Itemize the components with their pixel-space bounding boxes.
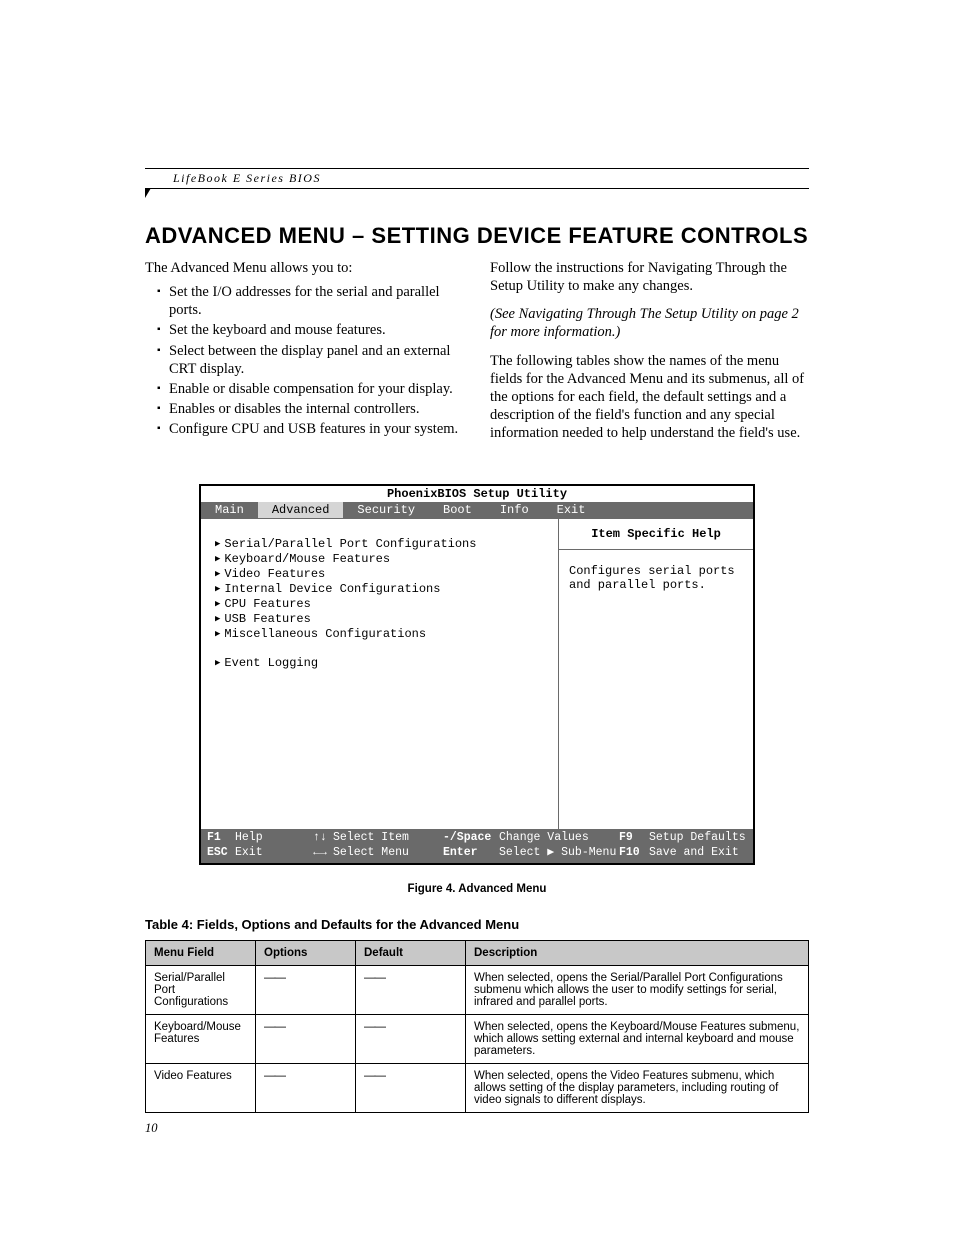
bios-tab-boot: Boot [429, 502, 486, 518]
bios-menu-label: Serial/Parallel Port Configurations [224, 537, 476, 551]
instruction-text: Follow the instructions for Navigating T… [490, 259, 809, 295]
key-f1: F1 [207, 831, 235, 846]
cell-menu-field: Video Features [146, 1064, 256, 1113]
bios-menu-label: Keyboard/Mouse Features [224, 552, 390, 566]
bios-menu-label: USB Features [224, 612, 310, 626]
bullet-item: Select between the display panel and an … [157, 342, 464, 378]
key-action: Save and Exit [649, 846, 739, 861]
bios-tab-info: Info [486, 502, 543, 518]
bullet-item: Enable or disable compensation for your … [157, 380, 464, 398]
bios-menu-label: Miscellaneous Configurations [224, 627, 426, 641]
cell-description: When selected, opens the Video Features … [466, 1064, 809, 1113]
table-title: Table 4: Fields, Options and Defaults fo… [145, 917, 809, 932]
key-arrows: ←→ [307, 846, 333, 861]
intro-text: The Advanced Menu allows you to: [145, 259, 464, 277]
triangle-icon: ▶ [215, 569, 220, 579]
key-f10: F10 [619, 846, 649, 861]
key-minus: -/Space [443, 831, 499, 846]
bullet-item: Set the I/O addresses for the serial and… [157, 283, 464, 319]
key-action: Change Values [499, 831, 619, 846]
page-title: ADVANCED MENU – SETTING DEVICE FEATURE C… [145, 223, 809, 249]
bios-help-panel: Item Specific Help Configures serial por… [558, 519, 753, 829]
bios-tab-main: Main [201, 502, 258, 518]
bios-menu-item: ▶ Keyboard/Mouse Features [215, 552, 548, 566]
bullet-item: Set the keyboard and mouse features. [157, 321, 464, 339]
options-table: Menu Field Options Default Description S… [145, 940, 809, 1113]
bios-menu-label: Event Logging [224, 656, 318, 670]
bios-menu-item: ▶ Serial/Parallel Port Configurations [215, 537, 548, 551]
bios-tab-exit: Exit [543, 502, 600, 518]
running-header: LifeBook E Series BIOS [145, 171, 809, 186]
cross-reference: (See Navigating Through The Setup Utilit… [490, 305, 809, 341]
triangle-icon: ▶ [215, 629, 220, 639]
bios-menu-label: Video Features [224, 567, 325, 581]
bios-footer: F1 Help ↑↓ Select Item -/Space Change Va… [201, 830, 753, 863]
bios-tab-advanced: Advanced [258, 502, 344, 518]
bullet-item: Configure CPU and USB features in your s… [157, 420, 464, 438]
table-row: Serial/Parallel Port Configurations —— —… [146, 966, 809, 1015]
bios-menu-item: ▶ USB Features [215, 612, 548, 626]
table-description: The following tables show the names of t… [490, 352, 809, 443]
key-enter: Enter [443, 846, 499, 861]
bios-menu-label: Internal Device Configurations [224, 582, 440, 596]
triangle-icon: ▶ [215, 658, 220, 668]
cell-menu-field: Serial/Parallel Port Configurations [146, 966, 256, 1015]
key-action: Exit [235, 846, 307, 861]
feature-bullets: Set the I/O addresses for the serial and… [145, 283, 464, 438]
cell-options: —— [256, 966, 356, 1015]
table-row: Keyboard/Mouse Features —— —— When selec… [146, 1015, 809, 1064]
key-action: Setup Defaults [649, 831, 746, 846]
triangle-icon: ▶ [215, 614, 220, 624]
key-action: Select ▶ Sub-Menu [499, 846, 619, 861]
bios-help-title: Item Specific Help [559, 527, 753, 550]
bios-tab-security: Security [343, 502, 429, 518]
table-header: Default [356, 941, 466, 966]
cell-description: When selected, opens the Serial/Parallel… [466, 966, 809, 1015]
triangle-icon: ▶ [215, 554, 220, 564]
key-f9: F9 [619, 831, 649, 846]
table-header: Options [256, 941, 356, 966]
bios-tab-bar: Main Advanced Security Boot Info Exit [201, 502, 753, 518]
bios-menu-item: ▶ Video Features [215, 567, 548, 581]
key-action: Help [235, 831, 307, 846]
figure-caption: Figure 4. Advanced Menu [145, 883, 809, 895]
key-esc: ESC [207, 846, 235, 861]
bullet-item: Enables or disables the internal control… [157, 400, 464, 418]
cell-default: —— [356, 966, 466, 1015]
key-action: Select Item [333, 831, 443, 846]
bios-menu-item: ▶ CPU Features [215, 597, 548, 611]
key-action: Select Menu [333, 846, 443, 861]
cell-default: —— [356, 1015, 466, 1064]
cell-description: When selected, opens the Keyboard/Mouse … [466, 1015, 809, 1064]
cell-options: —— [256, 1015, 356, 1064]
cell-options: —— [256, 1064, 356, 1113]
bios-menu-label: CPU Features [224, 597, 310, 611]
cell-menu-field: Keyboard/Mouse Features [146, 1015, 256, 1064]
bios-title: PhoenixBIOS Setup Utility [201, 486, 753, 502]
triangle-icon: ▶ [215, 599, 220, 609]
bios-menu-item: ▶ Event Logging [215, 656, 548, 670]
triangle-icon: ▶ [215, 584, 220, 594]
bios-figure: PhoenixBIOS Setup Utility Main Advanced … [199, 484, 755, 865]
page-number: 10 [145, 1121, 809, 1136]
bios-menu-item: ▶ Miscellaneous Configurations [215, 627, 548, 641]
table-row: Video Features —— —— When selected, open… [146, 1064, 809, 1113]
bios-menu-list: ▶ Serial/Parallel Port Configurations ▶ Ke… [201, 519, 558, 829]
table-header: Menu Field [146, 941, 256, 966]
key-arrows: ↑↓ [307, 831, 333, 846]
bios-menu-item: ▶ Internal Device Configurations [215, 582, 548, 596]
table-header: Description [466, 941, 809, 966]
triangle-icon: ▶ [215, 539, 220, 549]
corner-decoration [145, 188, 151, 198]
cell-default: —— [356, 1064, 466, 1113]
bios-help-text: Configures serial ports and parallel por… [569, 564, 743, 592]
